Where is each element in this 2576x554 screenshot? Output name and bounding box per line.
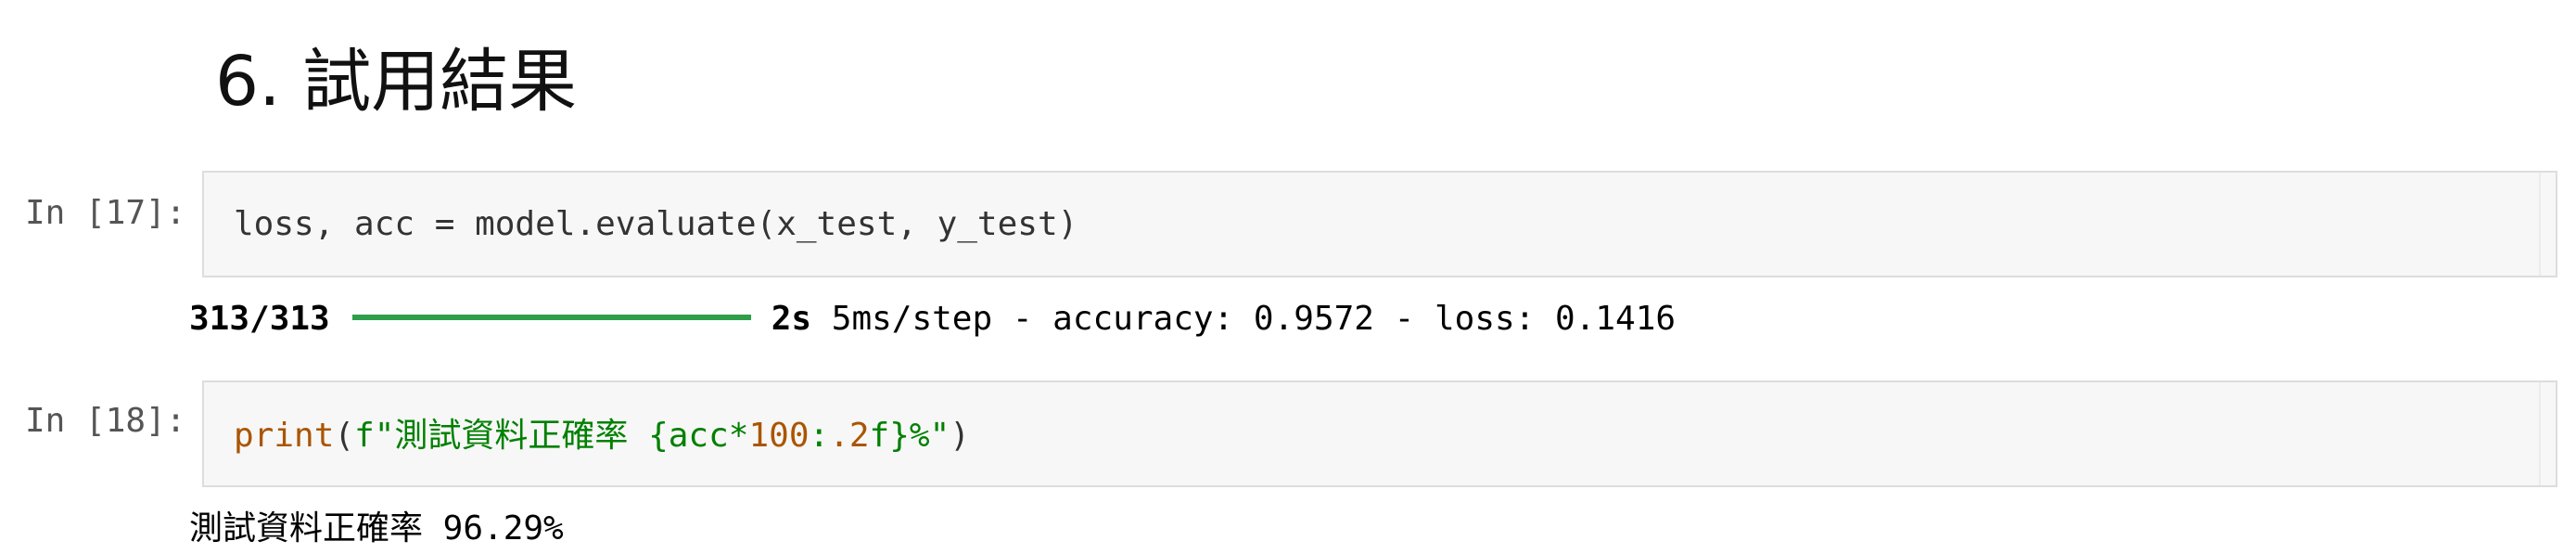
code-token-number: 100 xyxy=(748,417,810,455)
progress-metrics: 5ms/step - accuracy: 0.9572 - loss: 0.14… xyxy=(831,300,1677,338)
cell-18-prompt: In [18]: xyxy=(25,402,186,440)
code-token-colon: : xyxy=(809,417,830,455)
cell-17-prompt: In [17]: xyxy=(25,194,186,232)
code-token-close-paren: ) xyxy=(950,417,970,455)
code-token-open-paren: ( xyxy=(334,417,355,455)
cell-18-scroll-edge xyxy=(2539,382,2541,485)
progress-bar xyxy=(351,315,751,320)
cell-17-code[interactable]: loss, acc = model.evaluate(x_test, y_tes… xyxy=(234,202,1078,247)
progress-count: 313/313 xyxy=(189,300,330,338)
section-heading: 6. 試用結果 xyxy=(215,42,578,122)
progress-time: 2s xyxy=(771,300,812,338)
cell-18-output: 測試資料正確率 96.29% xyxy=(189,509,564,548)
cell-18-code[interactable]: print(f"測試資料正確率 {acc*100:.2f}%") xyxy=(234,414,970,458)
cell-17-output: 313/313 2s 5ms/step - accuracy: 0.9572 - … xyxy=(189,297,1676,341)
code-token-print: print xyxy=(234,417,335,455)
code-token-format-precision: .2 xyxy=(829,417,870,455)
code-token-string-end: f}%" xyxy=(869,417,950,455)
code-token-string-start: f"測試資料正確率 {acc* xyxy=(354,417,749,455)
cell-17-scroll-edge xyxy=(2539,173,2541,276)
